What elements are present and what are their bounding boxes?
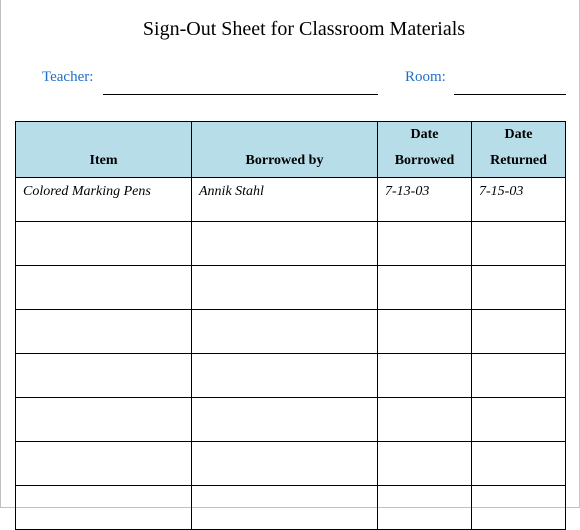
table-row <box>15 221 566 266</box>
room-field[interactable] <box>454 94 566 95</box>
date-borrowed-cell[interactable] <box>377 309 472 354</box>
borrowed-by-cell[interactable] <box>191 309 378 354</box>
item-cell[interactable] <box>15 441 192 486</box>
date-borrowed-cell[interactable] <box>377 265 472 310</box>
borrowed-by-cell[interactable] <box>191 265 378 310</box>
table-row <box>15 265 566 310</box>
item-cell[interactable] <box>15 309 192 354</box>
date-borrowed-cell[interactable] <box>377 441 472 486</box>
room-label: Room: <box>405 69 446 85</box>
header-date-returned: Date Returned <box>471 121 566 178</box>
borrowed-by-cell[interactable] <box>191 441 378 486</box>
item-cell[interactable] <box>15 265 192 310</box>
item-cell[interactable] <box>15 353 192 398</box>
borrowed-by-cell[interactable] <box>191 221 378 266</box>
table-row <box>15 309 566 354</box>
date-returned-cell[interactable] <box>471 353 566 398</box>
header-date-borrowed: Date Borrowed <box>377 121 472 178</box>
header-item: Item <box>15 121 192 178</box>
date-borrowed-cell[interactable] <box>377 221 472 266</box>
item-cell[interactable] <box>15 397 192 442</box>
header-row: Item Borrowed by Date Borrowed Date Return… <box>15 121 566 178</box>
borrowed-by-cell[interactable] <box>191 485 378 530</box>
table-row: Colored Marking Pens Annik Stahl 7-13-03 7-… <box>15 177 566 222</box>
item-cell[interactable] <box>15 221 192 266</box>
date-borrowed-cell[interactable] <box>377 353 472 398</box>
date-borrowed-cell[interactable]: 7-13-03 <box>377 177 472 222</box>
date-returned-cell[interactable] <box>471 397 566 442</box>
page-title: Sign-Out Sheet for Classroom Materials <box>142 18 466 40</box>
borrowed-by-cell[interactable] <box>191 397 378 442</box>
item-cell[interactable]: Colored Marking Pens <box>15 177 192 222</box>
date-returned-cell[interactable] <box>471 309 566 354</box>
sign-out-table: Item Borrowed by Date Borrowed Date Return… <box>15 121 566 530</box>
date-returned-cell[interactable] <box>471 441 566 486</box>
borrowed-by-cell[interactable] <box>191 353 378 398</box>
table-row <box>15 485 566 530</box>
date-returned-cell[interactable] <box>471 221 566 266</box>
item-cell[interactable] <box>15 485 192 530</box>
date-returned-cell[interactable] <box>471 265 566 310</box>
date-returned-cell[interactable]: 7-15-03 <box>471 177 566 222</box>
borrowed-by-cell[interactable]: Annik Stahl <box>191 177 378 222</box>
date-returned-cell[interactable] <box>471 485 566 530</box>
date-borrowed-cell[interactable] <box>377 397 472 442</box>
date-borrowed-cell[interactable] <box>377 485 472 530</box>
table-row <box>15 397 566 442</box>
teacher-field[interactable] <box>103 94 378 95</box>
table-row <box>15 353 566 398</box>
teacher-label: Teacher: <box>42 69 94 85</box>
header-borrowed-by: Borrowed by <box>191 121 378 178</box>
table-row <box>15 441 566 486</box>
